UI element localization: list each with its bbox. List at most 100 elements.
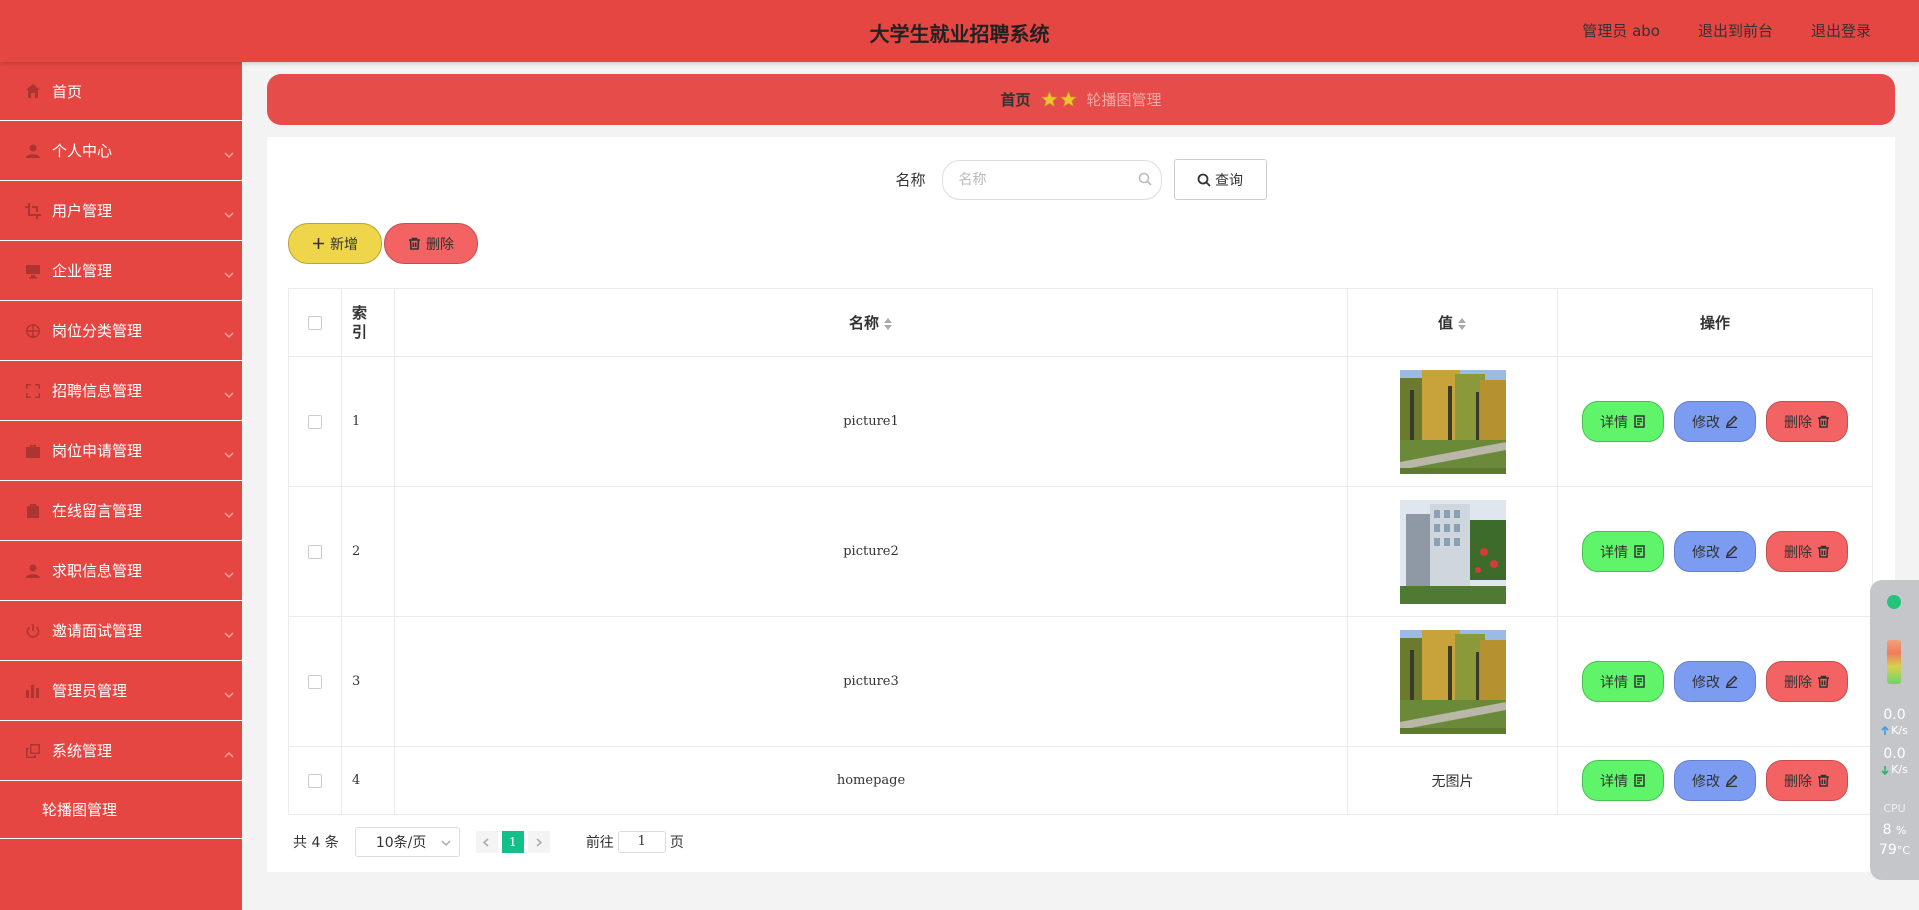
building-photo[interactable] — [1399, 499, 1506, 604]
sidebar-item-personal-center[interactable]: 个人中心 — [0, 121, 242, 181]
row-select-cell — [288, 746, 342, 815]
breadcrumb: 首页 轮播图管理 — [267, 74, 1895, 125]
next-page-button[interactable] — [527, 831, 550, 853]
detail-button[interactable]: 详情 — [1582, 661, 1664, 702]
sidebar-item-company-management[interactable]: 企业管理 — [0, 241, 242, 301]
document-icon — [1634, 675, 1645, 688]
delete-button[interactable]: 删除 — [1766, 661, 1848, 702]
row-checkbox[interactable] — [308, 544, 322, 559]
chevron-down-icon — [224, 506, 234, 518]
top-header: 大学生就业招聘系统 管理员 abo 退出到前台 退出登录 — [0, 0, 1919, 62]
row-name: picture2 — [394, 486, 1348, 617]
batch-delete-button[interactable]: 删除 — [384, 223, 478, 264]
bar-chart-icon — [24, 682, 42, 700]
add-button-label: 新增 — [330, 236, 358, 253]
sidebar-item-label: 管理员管理 — [52, 682, 128, 700]
search-input[interactable] — [941, 159, 1162, 200]
query-button[interactable]: 查询 — [1173, 159, 1267, 200]
row-action-group: 详情 修改 删除 — [1582, 401, 1848, 442]
goto-suffix: 页 — [669, 835, 684, 851]
row-value-empty: 无图片 — [1347, 746, 1558, 815]
sidebar-item-admin-management[interactable]: 管理员管理 — [0, 661, 242, 721]
sidebar-item-system-management[interactable]: 系统管理 — [0, 721, 242, 781]
sort-icon[interactable] — [1457, 317, 1467, 331]
page-size-select[interactable]: 10条/页 — [354, 827, 460, 857]
edit-button[interactable]: 修改 — [1674, 760, 1756, 801]
sidebar-item-label: 个人中心 — [52, 142, 113, 160]
sidebar-item-recruitment-info[interactable]: 招聘信息管理 — [0, 361, 242, 421]
row-index: 1 — [341, 356, 395, 487]
park-photo[interactable] — [1399, 629, 1506, 734]
page-number-current[interactable]: 1 — [501, 831, 524, 853]
chevron-down-icon — [224, 566, 234, 578]
row-name: picture1 — [394, 356, 1348, 487]
sidebar-item-interview-invitation[interactable]: 邀请面试管理 — [0, 601, 242, 661]
header-index: 索引 — [341, 288, 395, 357]
breadcrumb-current: 轮播图管理 — [1086, 91, 1162, 109]
header-name[interactable]: 名称 — [394, 288, 1348, 357]
header-value[interactable]: 值 — [1347, 288, 1558, 357]
sort-icon[interactable] — [883, 317, 893, 331]
sidebar-item-home[interactable]: 首页 — [0, 62, 242, 121]
header-actions: 管理员 abo 退出到前台 退出登录 — [1582, 20, 1871, 41]
row-name: picture3 — [394, 616, 1348, 747]
table-header-row: 索引 名称 值 操作 — [288, 288, 1873, 357]
system-monitor-widget[interactable]: 0.0 K/s 0.0 K/s CPU 8 % 79°C — [1870, 580, 1919, 880]
row-action-group: 详情 修改 删除 — [1582, 661, 1848, 702]
row-checkbox[interactable] — [308, 674, 322, 689]
sidebar-item-user-management[interactable]: 用户管理 — [0, 181, 242, 241]
delete-button[interactable]: 删除 — [1766, 760, 1848, 801]
logout-link[interactable]: 退出登录 — [1811, 20, 1871, 41]
sidebar-item-job-application[interactable]: 岗位申请管理 — [0, 421, 242, 481]
trash-icon — [1818, 675, 1829, 688]
chevron-down-icon — [224, 266, 234, 278]
document-icon — [1634, 774, 1645, 787]
delete-button[interactable]: 删除 — [1766, 401, 1848, 442]
detail-button[interactable]: 详情 — [1582, 401, 1664, 442]
chevron-down-icon — [224, 326, 234, 338]
select-all-cell — [288, 288, 342, 357]
exit-to-front-link[interactable]: 退出到前台 — [1698, 20, 1773, 41]
prev-page-button[interactable] — [475, 831, 498, 853]
breadcrumb-home[interactable]: 首页 — [1000, 89, 1030, 110]
delete-button[interactable]: 删除 — [1766, 531, 1848, 572]
upload-unit: K/s — [1891, 724, 1908, 737]
sidebar-subitem-carousel[interactable]: 轮播图管理 — [0, 781, 242, 839]
pagination: 共 4 条 10条/页 1 前往 1 页 — [293, 827, 684, 857]
sidebar-item-job-seeker-info[interactable]: 求职信息管理 — [0, 541, 242, 601]
row-select-cell — [288, 356, 342, 487]
goto-page-input[interactable]: 1 — [617, 831, 666, 853]
row-action-group: 详情 修改 删除 — [1582, 760, 1848, 801]
chevron-down-icon — [224, 626, 234, 638]
detail-button[interactable]: 详情 — [1582, 760, 1664, 801]
fullscreen-icon — [24, 382, 42, 400]
sidebar-item-label: 岗位分类管理 — [52, 322, 143, 340]
row-checkbox[interactable] — [308, 414, 322, 429]
detail-button[interactable]: 详情 — [1582, 531, 1664, 572]
row-index: 4 — [341, 746, 395, 815]
arrow-up-icon — [1881, 725, 1889, 736]
row-value — [1347, 486, 1558, 617]
park-photo[interactable] — [1399, 369, 1506, 474]
sidebar-item-job-category[interactable]: 岗位分类管理 — [0, 301, 242, 361]
edit-button[interactable]: 修改 — [1674, 401, 1756, 442]
chevron-up-icon — [224, 746, 234, 758]
row-index: 2 — [341, 486, 395, 617]
status-dot — [1887, 595, 1901, 609]
select-all-checkbox[interactable] — [308, 316, 322, 330]
cpu-usage-unit: % — [1895, 824, 1907, 837]
trash-icon — [1818, 545, 1829, 558]
sidebar-item-label: 求职信息管理 — [52, 562, 143, 580]
row-checkbox[interactable] — [308, 773, 322, 788]
upload-speed: 0.0 — [1883, 707, 1906, 723]
add-button[interactable]: 新增 — [288, 223, 382, 264]
sidebar-item-online-message[interactable]: 在线留言管理 — [0, 481, 242, 541]
home-icon — [24, 82, 42, 100]
chevron-down-icon — [224, 146, 234, 158]
row-name: homepage — [394, 746, 1348, 815]
edit-button[interactable]: 修改 — [1674, 661, 1756, 702]
search-label: 名称 — [895, 171, 926, 189]
edit-button[interactable]: 修改 — [1674, 531, 1756, 572]
row-select-cell — [288, 616, 342, 747]
chevron-down-icon — [224, 206, 234, 218]
